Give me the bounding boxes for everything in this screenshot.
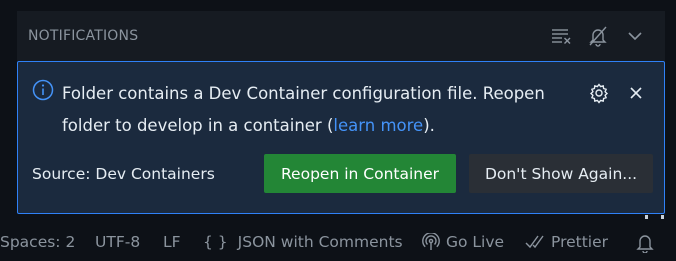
notifications-title: NOTIFICATIONS: [28, 28, 139, 44]
message-text: Folder contains a Dev Container configur…: [62, 84, 545, 135]
scroll-marker: [645, 215, 648, 219]
message-text-end: ).: [423, 116, 435, 135]
info-icon: [32, 79, 54, 101]
go-live-button[interactable]: Go Live: [422, 233, 504, 251]
language-label: JSON with Comments: [237, 233, 403, 251]
chevron-down-icon[interactable]: [624, 25, 646, 47]
notification-center: NOTIFICATIONS Folder contains a Dev Cont…: [17, 11, 665, 214]
gear-icon[interactable]: [588, 82, 610, 104]
notification-item: Folder contains a Dev Container configur…: [17, 61, 665, 214]
encoding-status[interactable]: UTF-8: [95, 233, 140, 251]
notifications-header: NOTIFICATIONS: [17, 11, 665, 62]
scroll-marker: [661, 215, 664, 219]
close-icon[interactable]: [625, 82, 647, 104]
broadcast-icon: [422, 233, 440, 250]
eol-status[interactable]: LF: [163, 233, 181, 251]
clear-all-icon[interactable]: [550, 25, 572, 47]
braces-icon: { }: [203, 233, 228, 251]
learn-more-link[interactable]: learn more: [333, 116, 423, 135]
language-status[interactable]: { } JSON with Comments: [203, 233, 403, 251]
prettier-label: Prettier: [551, 233, 609, 251]
status-bar: Spaces: 2 UTF-8 LF { } JSON with Comment…: [0, 226, 676, 261]
double-check-icon: [525, 235, 544, 249]
reopen-in-container-button[interactable]: Reopen in Container: [264, 154, 456, 193]
do-not-disturb-bell-icon[interactable]: [587, 25, 609, 47]
notification-message: Folder contains a Dev Container configur…: [62, 78, 572, 142]
dont-show-again-button[interactable]: Don't Show Again...: [469, 154, 653, 193]
go-live-label: Go Live: [446, 233, 505, 251]
bell-icon[interactable]: [636, 233, 660, 253]
indentation-status[interactable]: Spaces: 2: [0, 233, 75, 251]
notification-source: Source: Dev Containers: [32, 165, 215, 183]
prettier-button[interactable]: Prettier: [525, 233, 608, 251]
